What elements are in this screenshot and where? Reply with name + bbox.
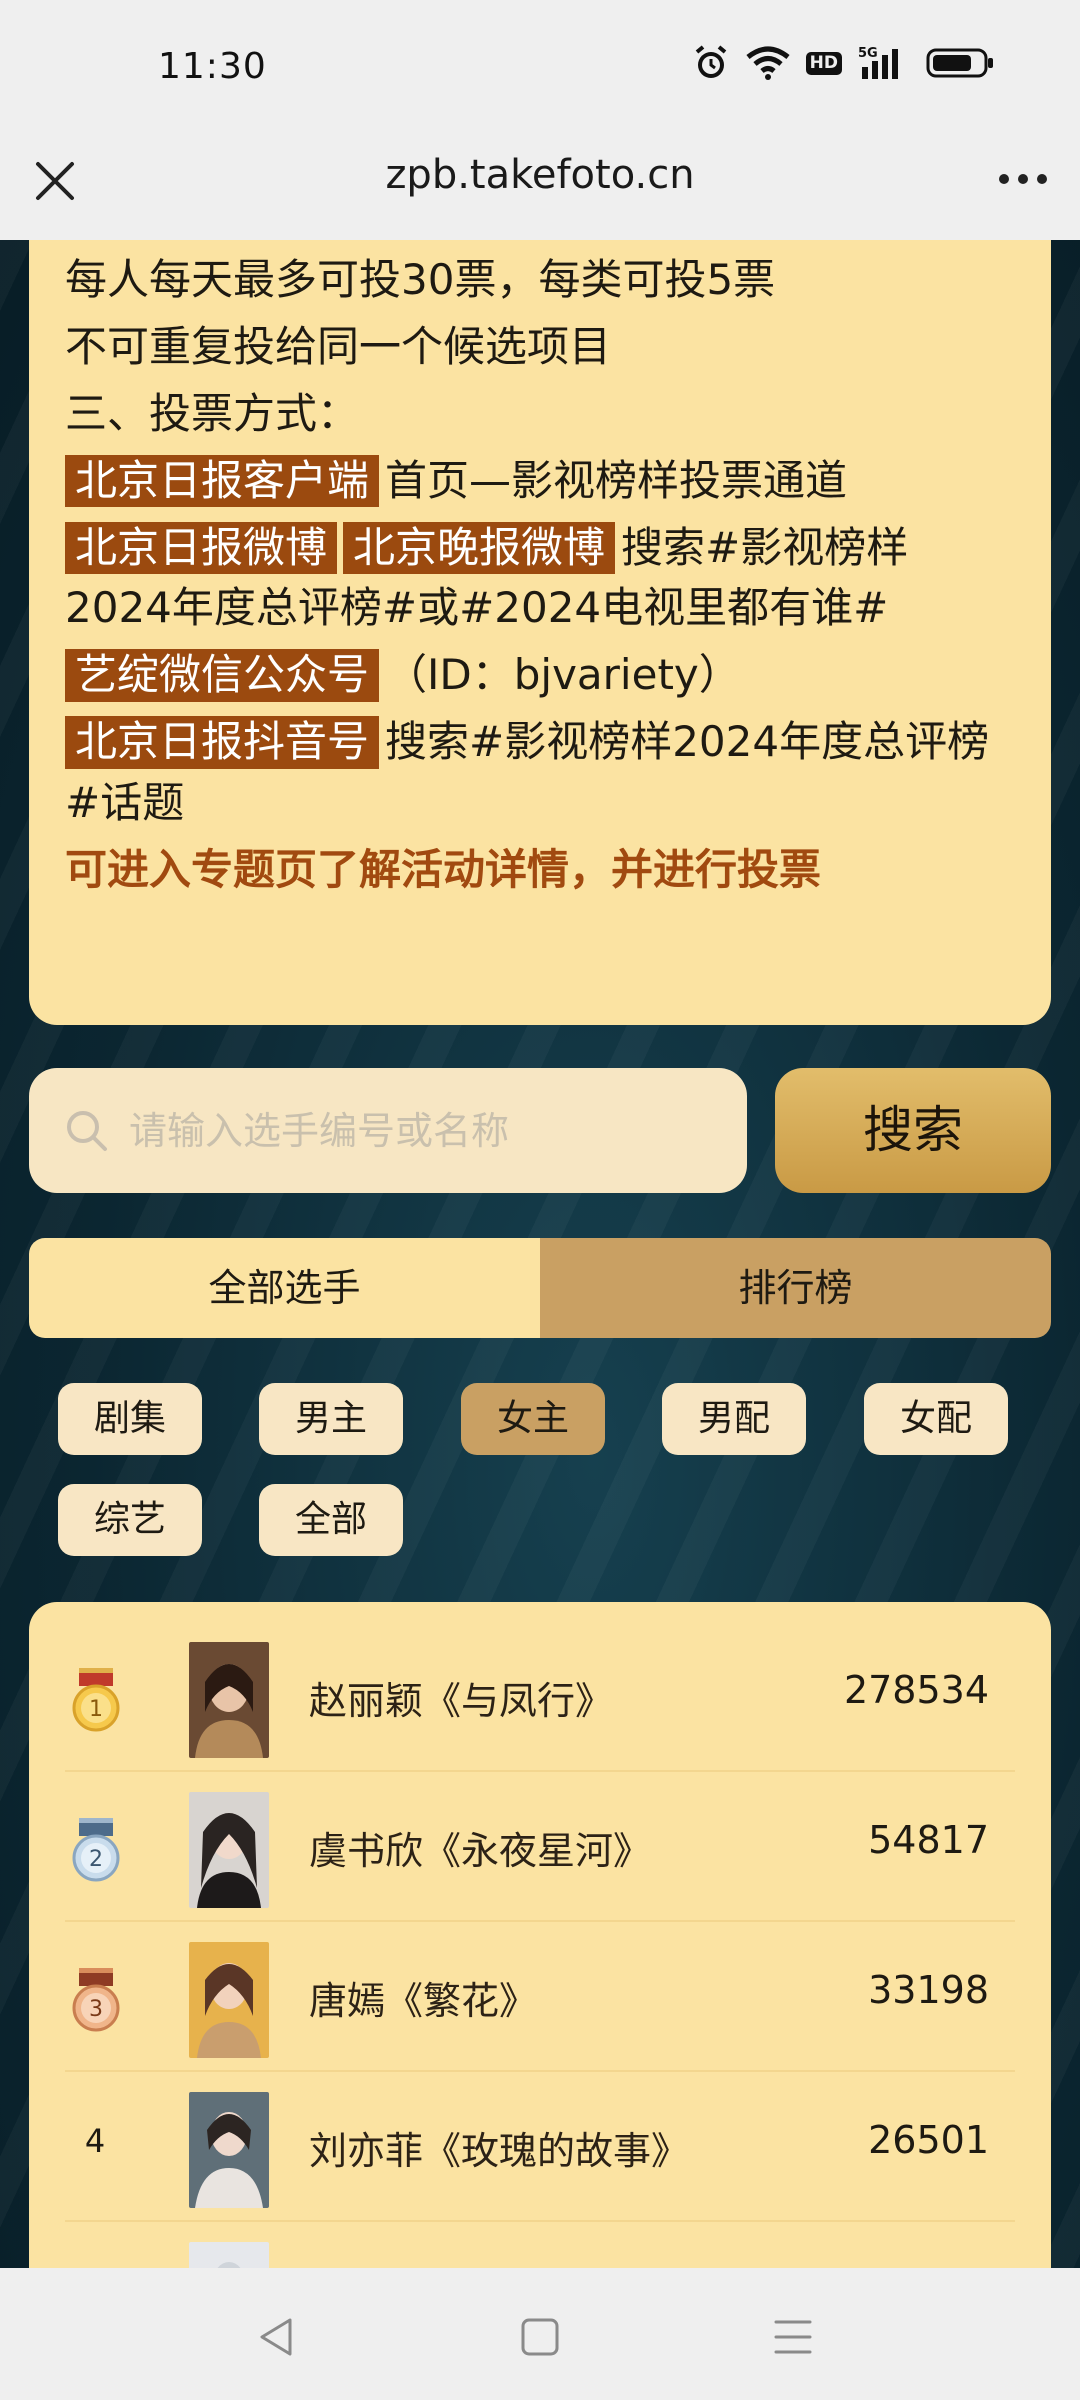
channel-tag: 艺绽微信公众号 xyxy=(65,649,380,702)
channel-tag: 北京日报客户端 xyxy=(65,454,380,508)
topic-page-link[interactable]: 可进入专题页了解活动详情，并进行投票 xyxy=(65,840,1015,901)
medal-rank: 3 xyxy=(89,1997,103,2022)
tab-all-candidates[interactable]: 全部选手 xyxy=(29,1238,540,1338)
ranking-row[interactable]: 2 虞书欣《永夜星河》 54817 xyxy=(65,1772,1015,1922)
alarm-icon xyxy=(695,45,726,78)
vote-count: 278534 xyxy=(843,1668,989,1712)
medal-rank: 1 xyxy=(89,1697,103,1722)
channel-tag: 北京日报微博 xyxy=(65,521,338,575)
avatar xyxy=(189,2242,269,2268)
search-icon xyxy=(67,1110,107,1151)
candidate-name: 唐嫣《繁花》 xyxy=(309,1979,538,2023)
channel-tag: 北京日报抖音号 xyxy=(65,716,380,769)
channel-line: 北京日报微博 北京晚报微博 搜索#影视榜样2024年度总评榜#或#2024电视里都有… xyxy=(65,518,1015,640)
candidate-name: 赵丽颖《与凤行》 xyxy=(309,1679,614,1723)
tab-bar: 全部选手 排行榜 xyxy=(29,1238,1051,1338)
svg-text:5G: 5G xyxy=(858,46,878,61)
status-icons: HD 5G xyxy=(692,44,996,82)
vote-count: 26501 xyxy=(868,2118,989,2162)
category-variety[interactable]: 综艺 xyxy=(58,1484,202,1556)
gold-medal-icon: 1 xyxy=(72,1668,120,1732)
channel-line: 北京日报抖音号 搜索#影视榜样2024年度总评榜#话题 xyxy=(65,712,1015,834)
search-button[interactable]: 搜索 xyxy=(775,1068,1051,1193)
wifi-icon xyxy=(746,46,790,80)
rule-line: 每人每天最多可投30票，每类可投5票 xyxy=(65,255,776,304)
avatar xyxy=(189,1942,269,2058)
medal-rank: 2 xyxy=(89,1847,103,1872)
rule-line: 不可重复投给同一个候选项目 xyxy=(65,321,612,371)
voting-rules-card: 每人每天最多可投30票，每类可投5票 不可重复投给同一个候选项目 三、投票方式：… xyxy=(29,240,1051,1025)
back-icon[interactable] xyxy=(252,2312,302,2362)
search-input[interactable] xyxy=(129,1108,709,1153)
channel-text: 首页—影视榜样投票通道 xyxy=(385,455,848,505)
ranking-row[interactable] xyxy=(65,2222,1015,2268)
channel-tag: 北京晚报微博 xyxy=(343,521,616,575)
silver-medal-icon: 2 xyxy=(72,1818,120,1882)
category-supporting-actress[interactable]: 女配 xyxy=(864,1383,1008,1455)
candidate-name: 刘亦菲《玫瑰的故事》 xyxy=(309,2129,690,2173)
search-box[interactable] xyxy=(29,1068,747,1193)
ranking-row[interactable]: 1 赵丽颖《与凤行》 278534 xyxy=(65,1622,1015,1772)
vote-count: 33198 xyxy=(868,1968,989,2012)
browser-bar: zpb.takefoto.cn xyxy=(0,136,1080,240)
5g-signal-icon: 5G xyxy=(858,46,898,79)
category-lead-actor[interactable]: 男主 xyxy=(259,1383,403,1455)
category-supporting-actor[interactable]: 男配 xyxy=(662,1383,806,1455)
bronze-medal-icon: 3 xyxy=(72,1968,120,2032)
vote-count: 54817 xyxy=(868,1818,989,1862)
status-bar: 11:30 HD 5G xyxy=(0,0,1080,136)
tab-leaderboard[interactable]: 排行榜 xyxy=(540,1238,1051,1338)
home-icon[interactable] xyxy=(515,2312,565,2362)
ranking-row[interactable]: 3 唐嫣《繁花》 33198 xyxy=(65,1922,1015,2072)
candidate-name: 虞书欣《永夜星河》 xyxy=(309,1829,652,1873)
channel-text: （ID：bjvariety） xyxy=(385,650,741,700)
section-title: 三、投票方式： xyxy=(65,388,360,438)
rank-number: 4 xyxy=(84,2122,106,2160)
channel-line: 北京日报客户端 首页—影视榜样投票通道 xyxy=(65,451,1015,512)
avatar xyxy=(189,2092,269,2208)
category-series[interactable]: 剧集 xyxy=(58,1383,202,1455)
avatar xyxy=(189,1642,269,1758)
page-url: zpb.takefoto.cn xyxy=(385,152,695,198)
channel-line: 艺绽微信公众号 （ID：bjvariety） xyxy=(65,645,1015,706)
page-content: 每人每天最多可投30票，每类可投5票 不可重复投给同一个候选项目 三、投票方式：… xyxy=(0,240,1080,2268)
ranking-list: 1 赵丽颖《与凤行》 278534 2 虞书欣《永夜星河》 54817 3 唐嫣… xyxy=(29,1602,1051,2268)
more-icon[interactable] xyxy=(996,164,1050,194)
menu-icon[interactable] xyxy=(768,2312,818,2362)
category-all[interactable]: 全部 xyxy=(259,1484,403,1556)
status-time: 11:30 xyxy=(158,46,267,87)
category-lead-actress[interactable]: 女主 xyxy=(461,1383,605,1455)
hd-icon: HD xyxy=(805,51,842,75)
system-nav-bar xyxy=(0,2268,1080,2400)
battery-icon xyxy=(926,48,993,78)
ranking-row[interactable]: 4 刘亦菲《玫瑰的故事》 26501 xyxy=(65,2072,1015,2222)
avatar xyxy=(189,1792,269,1908)
